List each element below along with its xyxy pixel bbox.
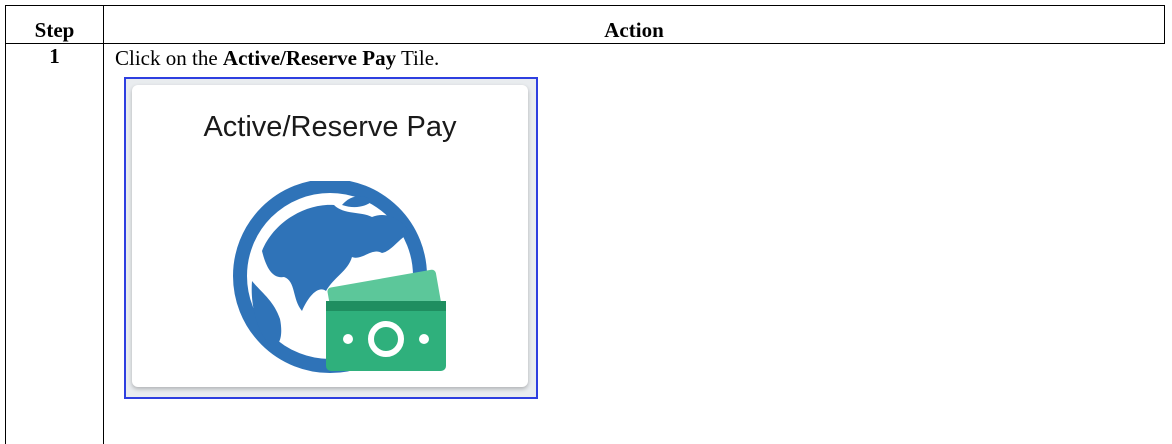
action-text-prefix: Click on the bbox=[115, 46, 223, 70]
tile-title: Active/Reserve Pay bbox=[132, 115, 528, 139]
step-number: 1 bbox=[6, 44, 104, 444]
action-instruction: Click on the Active/Reserve Pay Tile. bbox=[115, 46, 1161, 70]
step-header: Step bbox=[6, 6, 104, 44]
table-row: 1 Click on the Active/Reserve Pay Tile. … bbox=[6, 44, 1165, 444]
active-reserve-pay-tile[interactable]: Active/Reserve Pay bbox=[132, 85, 528, 387]
table-header-row: Step Action bbox=[6, 6, 1165, 44]
action-text-suffix: Tile. bbox=[396, 46, 439, 70]
procedure-table: Step Action 1 Click on the Active/Reserv… bbox=[5, 5, 1165, 444]
action-header: Action bbox=[104, 6, 1165, 44]
action-cell: Click on the Active/Reserve Pay Tile. Ac… bbox=[104, 44, 1165, 444]
tile-screenshot: Active/Reserve Pay bbox=[124, 77, 538, 399]
globe-with-money-icon bbox=[222, 181, 462, 381]
action-text-bold: Active/Reserve Pay bbox=[223, 46, 396, 70]
